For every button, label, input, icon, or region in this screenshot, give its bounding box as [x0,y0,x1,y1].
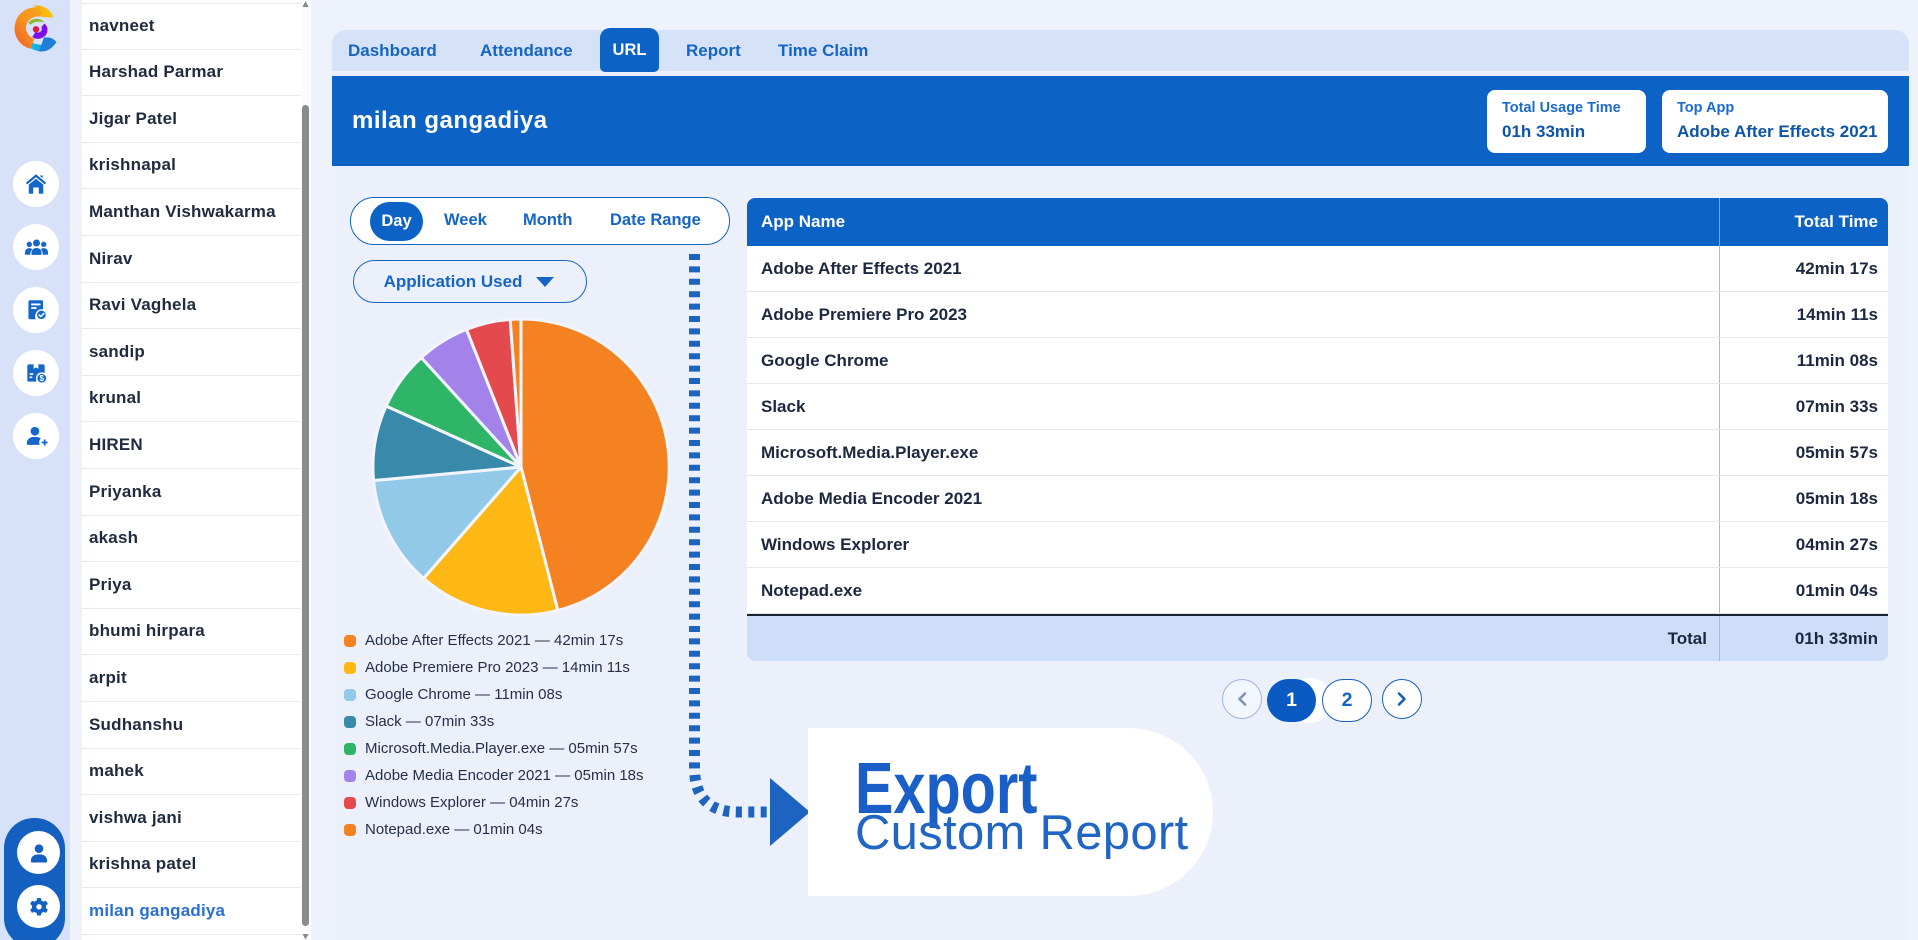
svg-text:$: $ [40,374,45,383]
